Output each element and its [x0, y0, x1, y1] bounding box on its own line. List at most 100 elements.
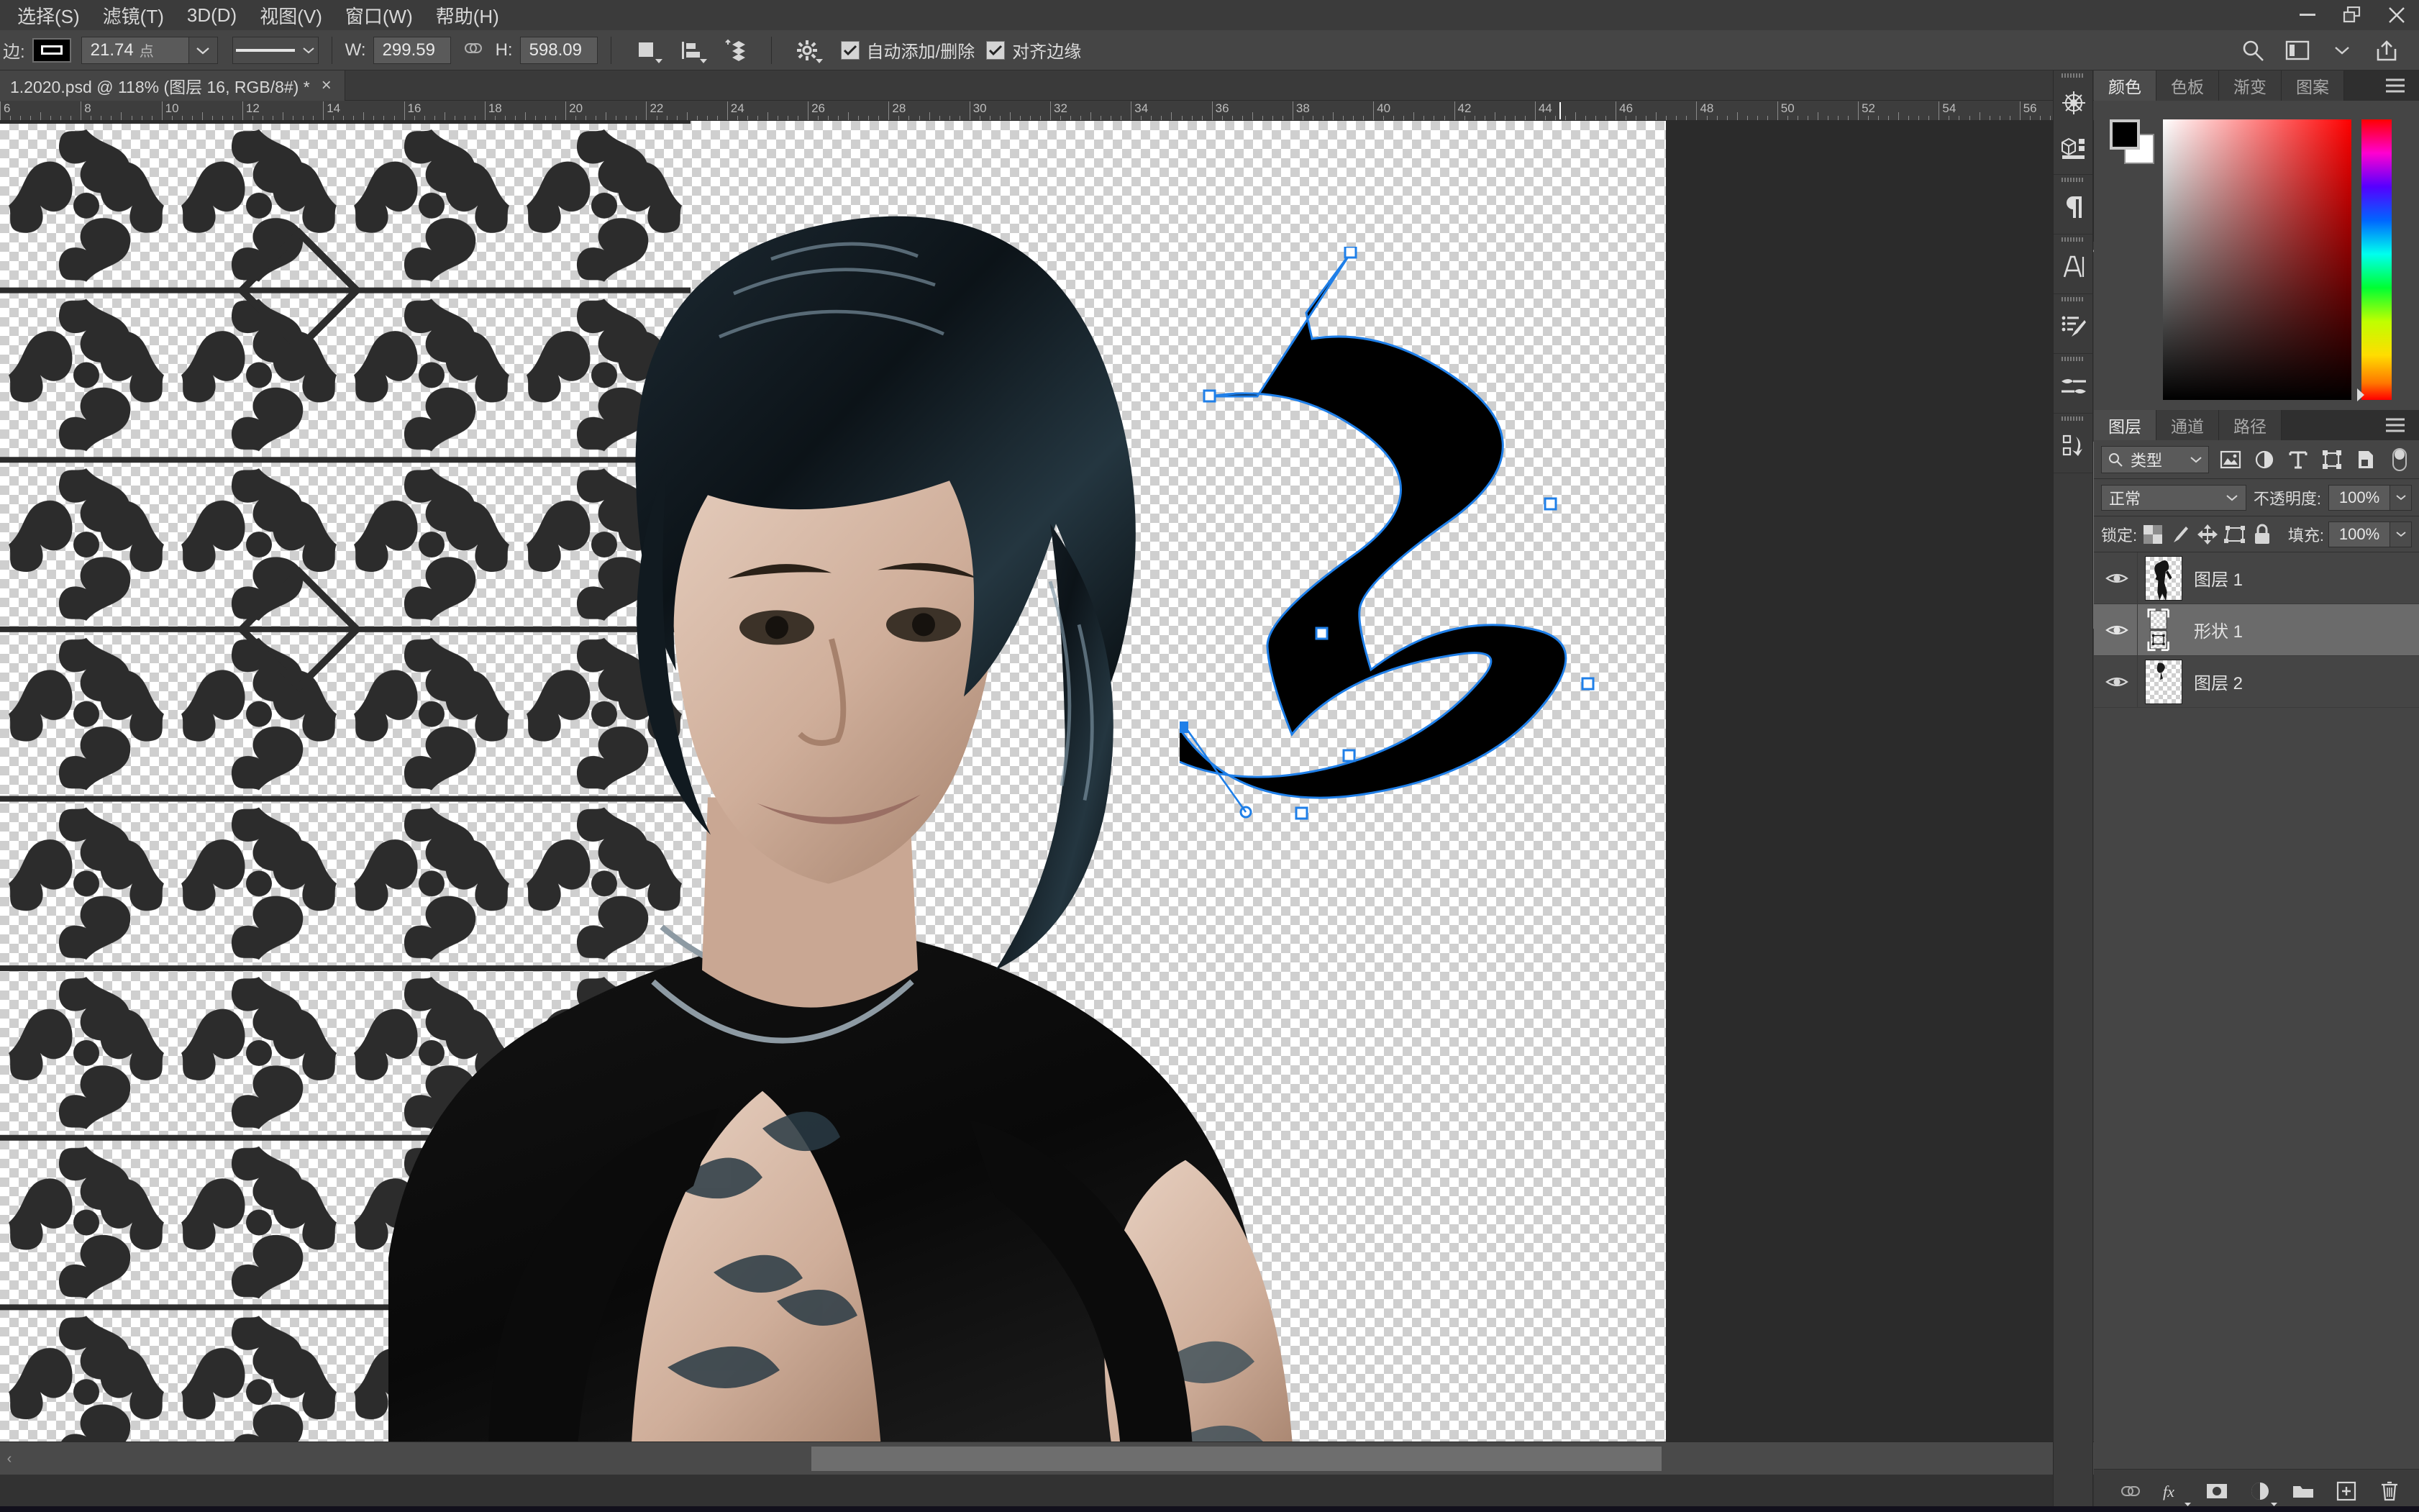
height-field[interactable]: 598.09 [519, 36, 598, 64]
close-icon[interactable]: × [322, 76, 332, 96]
table-row[interactable]: 图层 1 [2094, 552, 2419, 604]
new-layer-icon[interactable] [2327, 1473, 2366, 1509]
path-alignment-icon[interactable] [673, 35, 709, 66]
layer-thumbnail[interactable] [2145, 608, 2182, 652]
menu-select[interactable]: 选择(S) [6, 0, 91, 30]
tab-patterns[interactable]: 图案 [2282, 70, 2344, 101]
tab-gradients[interactable]: 渐变 [2219, 70, 2282, 101]
panel-menu-icon[interactable] [2379, 70, 2412, 101]
ruler-tick [333, 116, 334, 120]
path-operations-icon[interactable] [629, 35, 665, 66]
layer-visibility-eye-icon[interactable] [2097, 604, 2137, 656]
ruler-label: 30 [972, 101, 987, 115]
foreground-color-swatch[interactable] [2110, 119, 2140, 150]
3d-properties-icon[interactable] [2054, 125, 2094, 170]
tab-channels[interactable]: 通道 [2156, 410, 2219, 440]
lock-transparent-pixels-icon[interactable] [2141, 520, 2164, 549]
3d-panel-icon[interactable] [2054, 81, 2094, 125]
brush-presets-icon[interactable] [2054, 304, 2094, 349]
layer-thumbnail[interactable] [2145, 659, 2182, 704]
search-icon[interactable] [2235, 35, 2271, 66]
artboard[interactable] [0, 121, 1666, 1475]
ruler-tick [757, 116, 758, 120]
rail-grip-icon-2[interactable] [2054, 175, 2092, 185]
scroll-left-arrow[interactable]: ‹ [0, 1442, 19, 1475]
path-arrangement-icon[interactable] [718, 35, 754, 66]
stroke-width-dropdown[interactable] [188, 36, 218, 64]
rail-grip-icon-5[interactable] [2054, 354, 2092, 364]
width-field[interactable]: 299.59 [373, 36, 451, 64]
menu-window[interactable]: 窗口(W) [334, 0, 424, 30]
chain-link-icon[interactable] [461, 41, 486, 59]
canvas-horizontal-scrollbar[interactable]: ‹ › [0, 1442, 2100, 1475]
tab-layers[interactable]: 图层 [2094, 410, 2156, 440]
add-layer-mask-icon[interactable] [2197, 1473, 2236, 1509]
hue-slider[interactable] [2361, 119, 2392, 400]
vector-shape-path[interactable] [1180, 247, 1669, 1131]
new-adjustment-layer-icon[interactable] [2241, 1473, 2279, 1509]
hue-slider-marker[interactable] [2357, 388, 2364, 401]
link-layers-icon[interactable] [2111, 1473, 2150, 1509]
blend-mode-select[interactable]: 正常 [2101, 484, 2246, 511]
filter-enable-toggle[interactable] [2387, 445, 2412, 474]
gear-settings-icon[interactable] [789, 35, 825, 66]
minimize-button[interactable] [2285, 0, 2330, 30]
color-field-picker[interactable] [2163, 119, 2351, 400]
shape-layer-filter-icon[interactable] [2319, 445, 2344, 474]
paragraph-icon[interactable] [2054, 185, 2094, 229]
restore-button[interactable] [2330, 0, 2374, 30]
layer-visibility-eye-icon[interactable] [2097, 656, 2137, 708]
foreground-background-swatches[interactable] [2110, 119, 2154, 164]
stroke-color-swatch[interactable] [32, 37, 71, 63]
actions-history-icon[interactable] [2054, 424, 2094, 468]
rail-grip-icon-4[interactable] [2054, 294, 2092, 304]
delete-layer-icon[interactable] [2370, 1473, 2409, 1509]
menu-help[interactable]: 帮助(H) [424, 0, 511, 30]
menu-3d[interactable]: 3D(D) [176, 0, 248, 30]
type-layer-filter-icon[interactable] [2285, 445, 2310, 474]
menu-filter[interactable]: 滤镜(T) [91, 0, 176, 30]
layers-panel-menu-icon[interactable] [2379, 410, 2412, 440]
close-button[interactable] [2374, 0, 2419, 30]
pixel-layer-filter-icon[interactable] [2218, 445, 2243, 474]
adjustment-layer-filter-icon[interactable] [2251, 445, 2277, 474]
share-icon[interactable] [2369, 35, 2405, 66]
document-tab[interactable]: 1.2020.psd @ 118% (图层 16, RGB/8#) * × [0, 70, 345, 101]
align-edges-checkbox[interactable] [986, 40, 1006, 60]
horizontal-ruler[interactable]: 6 8 10 12 14 16 18 20 22 24 26 28 30 32 34 36 38 40 42 44 46… [0, 101, 2100, 121]
smart-object-filter-icon[interactable] [2353, 445, 2378, 474]
layer-visibility-eye-icon[interactable] [2097, 552, 2137, 604]
fill-value[interactable]: 100% [2328, 521, 2391, 547]
table-row[interactable]: 形状 1 [2094, 604, 2419, 656]
opacity-dropdown[interactable] [2390, 484, 2412, 511]
workspace-chevron-down-icon[interactable] [2324, 35, 2360, 66]
canvas-area[interactable]: ‹ › [0, 121, 2100, 1475]
tab-swatches[interactable]: 色板 [2156, 70, 2219, 101]
stroke-width-field[interactable]: 21.74 点 [81, 36, 189, 64]
menu-view[interactable]: 视图(V) [248, 0, 334, 30]
layer-kind-filter[interactable]: 类型 [2101, 445, 2209, 473]
ruler-tick [1746, 116, 1748, 120]
rail-grip-icon-3[interactable] [2054, 234, 2092, 245]
ruler-tick [1201, 116, 1203, 120]
brush-settings-icon[interactable] [2054, 364, 2094, 409]
rail-grip-icon-6[interactable] [2054, 414, 2092, 424]
table-row[interactable]: 图层 2 [2094, 655, 2419, 708]
lock-image-pixels-icon[interactable] [2169, 520, 2192, 549]
horizontal-scroll-thumb[interactable] [811, 1447, 1662, 1471]
new-group-icon[interactable] [2284, 1473, 2323, 1509]
lock-all-icon[interactable] [2251, 520, 2274, 549]
fill-dropdown[interactable] [2390, 521, 2413, 547]
lock-artboard-nesting-icon[interactable] [2223, 520, 2246, 549]
workspace-switcher-icon[interactable] [2279, 35, 2315, 66]
line-style-preview[interactable] [232, 36, 319, 64]
tab-color[interactable]: 颜色 [2094, 70, 2156, 101]
layer-style-fx-icon[interactable]: fx [2154, 1473, 2193, 1509]
character-icon[interactable] [2054, 245, 2094, 289]
layer-thumbnail[interactable] [2145, 555, 2182, 601]
auto-add-delete-checkbox[interactable] [840, 40, 860, 60]
rail-grip-icon[interactable] [2054, 70, 2092, 81]
tab-paths[interactable]: 路径 [2219, 410, 2282, 440]
opacity-value[interactable]: 100% [2328, 484, 2390, 511]
lock-position-icon[interactable] [2196, 520, 2219, 549]
